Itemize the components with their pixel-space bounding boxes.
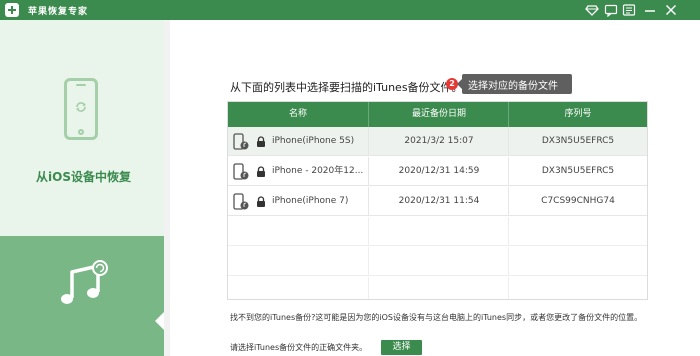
minimize-icon[interactable]	[643, 3, 657, 17]
iphone-device-icon	[233, 193, 249, 210]
row-name: iPhone - 2020年12...	[272, 166, 364, 176]
sidebar-mode-ios[interactable]: 从iOS设备中恢复	[0, 20, 164, 236]
row-serial: DX3N5U5EFRC5	[541, 136, 615, 146]
page-heading: 从下面的列表中选择要扫描的iTunes备份文件。	[230, 81, 463, 94]
phone-refresh-icon	[64, 78, 98, 140]
diamond-icon[interactable]	[585, 3, 599, 17]
column-header-name[interactable]: 名称	[228, 102, 368, 127]
select-folder-button[interactable]: 选择	[381, 340, 422, 355]
table-row[interactable]: iPhone - 2020年12... 2020/12/31 14:59 DX3…	[228, 157, 647, 186]
row-serial: DX3N5U5EFRC5	[541, 166, 615, 176]
table-row[interactable]: iPhone(iPhone 7) 2020/12/31 11:54 C7CS99…	[228, 187, 647, 216]
row-name: iPhone(iPhone 7)	[272, 196, 349, 206]
feedback-icon[interactable]	[604, 3, 618, 17]
row-serial: C7CS99CNHG74	[541, 196, 615, 206]
column-header-serial[interactable]: 序列号	[509, 102, 647, 127]
row-name: iPhone(iPhone 5S)	[272, 136, 355, 146]
title-bar: 苹果恢复专家	[0, 0, 700, 20]
iphone-device-icon	[233, 133, 249, 150]
close-icon[interactable]	[664, 3, 678, 17]
select-folder-label: 请选择iTunes备份文件的正确文件夹。	[230, 343, 368, 352]
row-date: 2020/12/31 14:59	[398, 166, 480, 176]
sidebar-mode-label: 从iOS设备中恢复	[36, 170, 131, 184]
empty-row	[228, 277, 647, 299]
row-date: 2021/3/2 15:07	[404, 136, 474, 146]
table-header: 名称 最近备份日期 序列号	[228, 102, 647, 127]
help-note: 找不到您的iTunes备份?这可能是因为您的iOS设备没有与这台电脑上的iTun…	[230, 313, 643, 322]
menu-icon[interactable]	[622, 3, 636, 17]
column-header-date[interactable]: 最近备份日期	[369, 102, 509, 127]
music-note-icon	[61, 260, 108, 304]
app-title: 苹果恢复专家	[28, 7, 89, 17]
empty-row	[228, 217, 647, 246]
step-tooltip: 选择对应的备份文件	[457, 74, 572, 94]
empty-row	[228, 247, 647, 276]
lock-icon	[257, 196, 265, 207]
iphone-device-icon	[233, 163, 249, 180]
lock-icon	[257, 136, 265, 147]
lock-icon	[257, 166, 265, 177]
sidebar-divider	[164, 20, 170, 356]
sidebar-active-pointer	[155, 312, 164, 330]
backup-table: 名称 最近备份日期 序列号 iPhone(iPhone 5S) 2021/3/2…	[227, 101, 648, 300]
plus-logo-icon	[5, 3, 19, 17]
row-date: 2020/12/31 11:54	[398, 196, 480, 206]
table-row[interactable]: iPhone(iPhone 5S) 2021/3/2 15:07 DX3N5U5…	[228, 127, 647, 156]
